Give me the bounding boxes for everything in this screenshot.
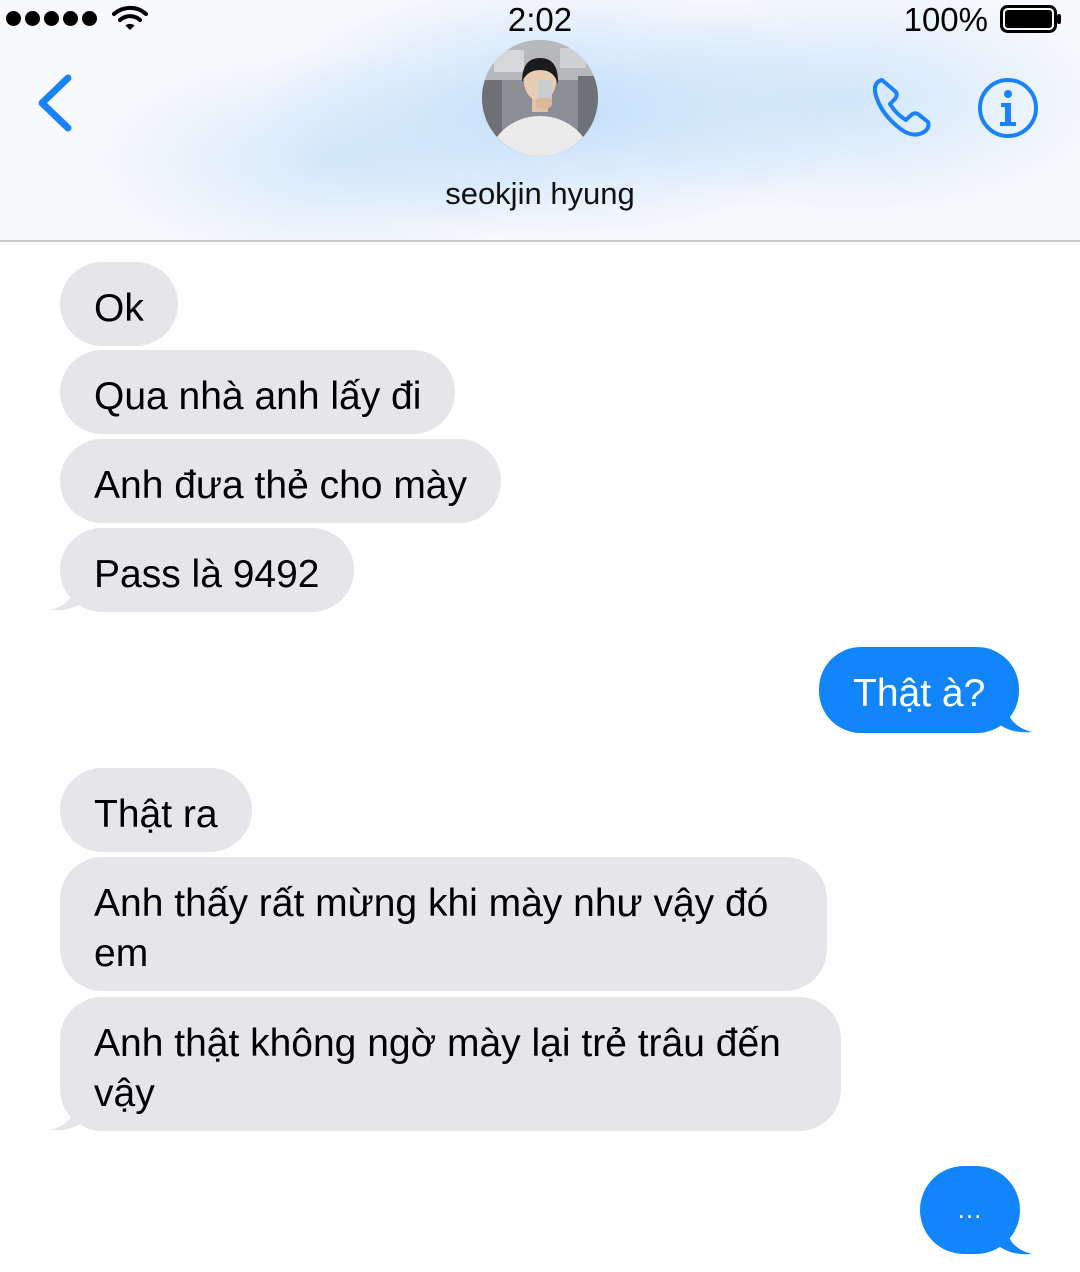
info-icon[interactable]: [976, 76, 1040, 140]
bubble-tail: [50, 1102, 86, 1131]
signal-dots-icon: [6, 11, 97, 26]
contact-avatar[interactable]: [482, 40, 598, 156]
bubble-tail: [50, 582, 86, 611]
battery-percentage: 100%: [903, 1, 988, 38]
message-bubble-incoming[interactable]: Pass là 9492: [60, 528, 354, 612]
bubble-tail: [996, 1226, 1032, 1255]
conversation-header: 2:02 100% seokjin hyung: [0, 0, 1080, 242]
status-time: 2:02: [507, 1, 573, 38]
message-bubble-incoming[interactable]: Ok: [60, 262, 178, 346]
message-bubble-incoming[interactable]: Anh thấy rất mừng khi mày như vậy đó em: [60, 857, 827, 991]
typing-dots: ...: [957, 1194, 983, 1224]
message-bubble-incoming[interactable]: Thật ra: [60, 768, 252, 852]
wifi-icon: [112, 5, 148, 30]
battery-full-icon: [1000, 5, 1061, 33]
back-button[interactable]: [30, 70, 80, 136]
message-bubble-incoming[interactable]: Qua nhà anh lấy đi: [60, 350, 456, 434]
phone-icon[interactable]: [868, 74, 940, 140]
message-bubble-outgoing[interactable]: Thật à?: [819, 647, 1020, 733]
contact-name[interactable]: seokjin hyung: [340, 176, 740, 212]
message-bubble-incoming[interactable]: Anh thật không ngờ mày lại trẻ trâu đến …: [60, 997, 841, 1131]
status-bar: 2:02 100%: [0, 0, 1080, 40]
message-bubble-incoming[interactable]: Anh đưa thẻ cho mày: [60, 439, 501, 523]
bubble-tail: [996, 704, 1032, 733]
